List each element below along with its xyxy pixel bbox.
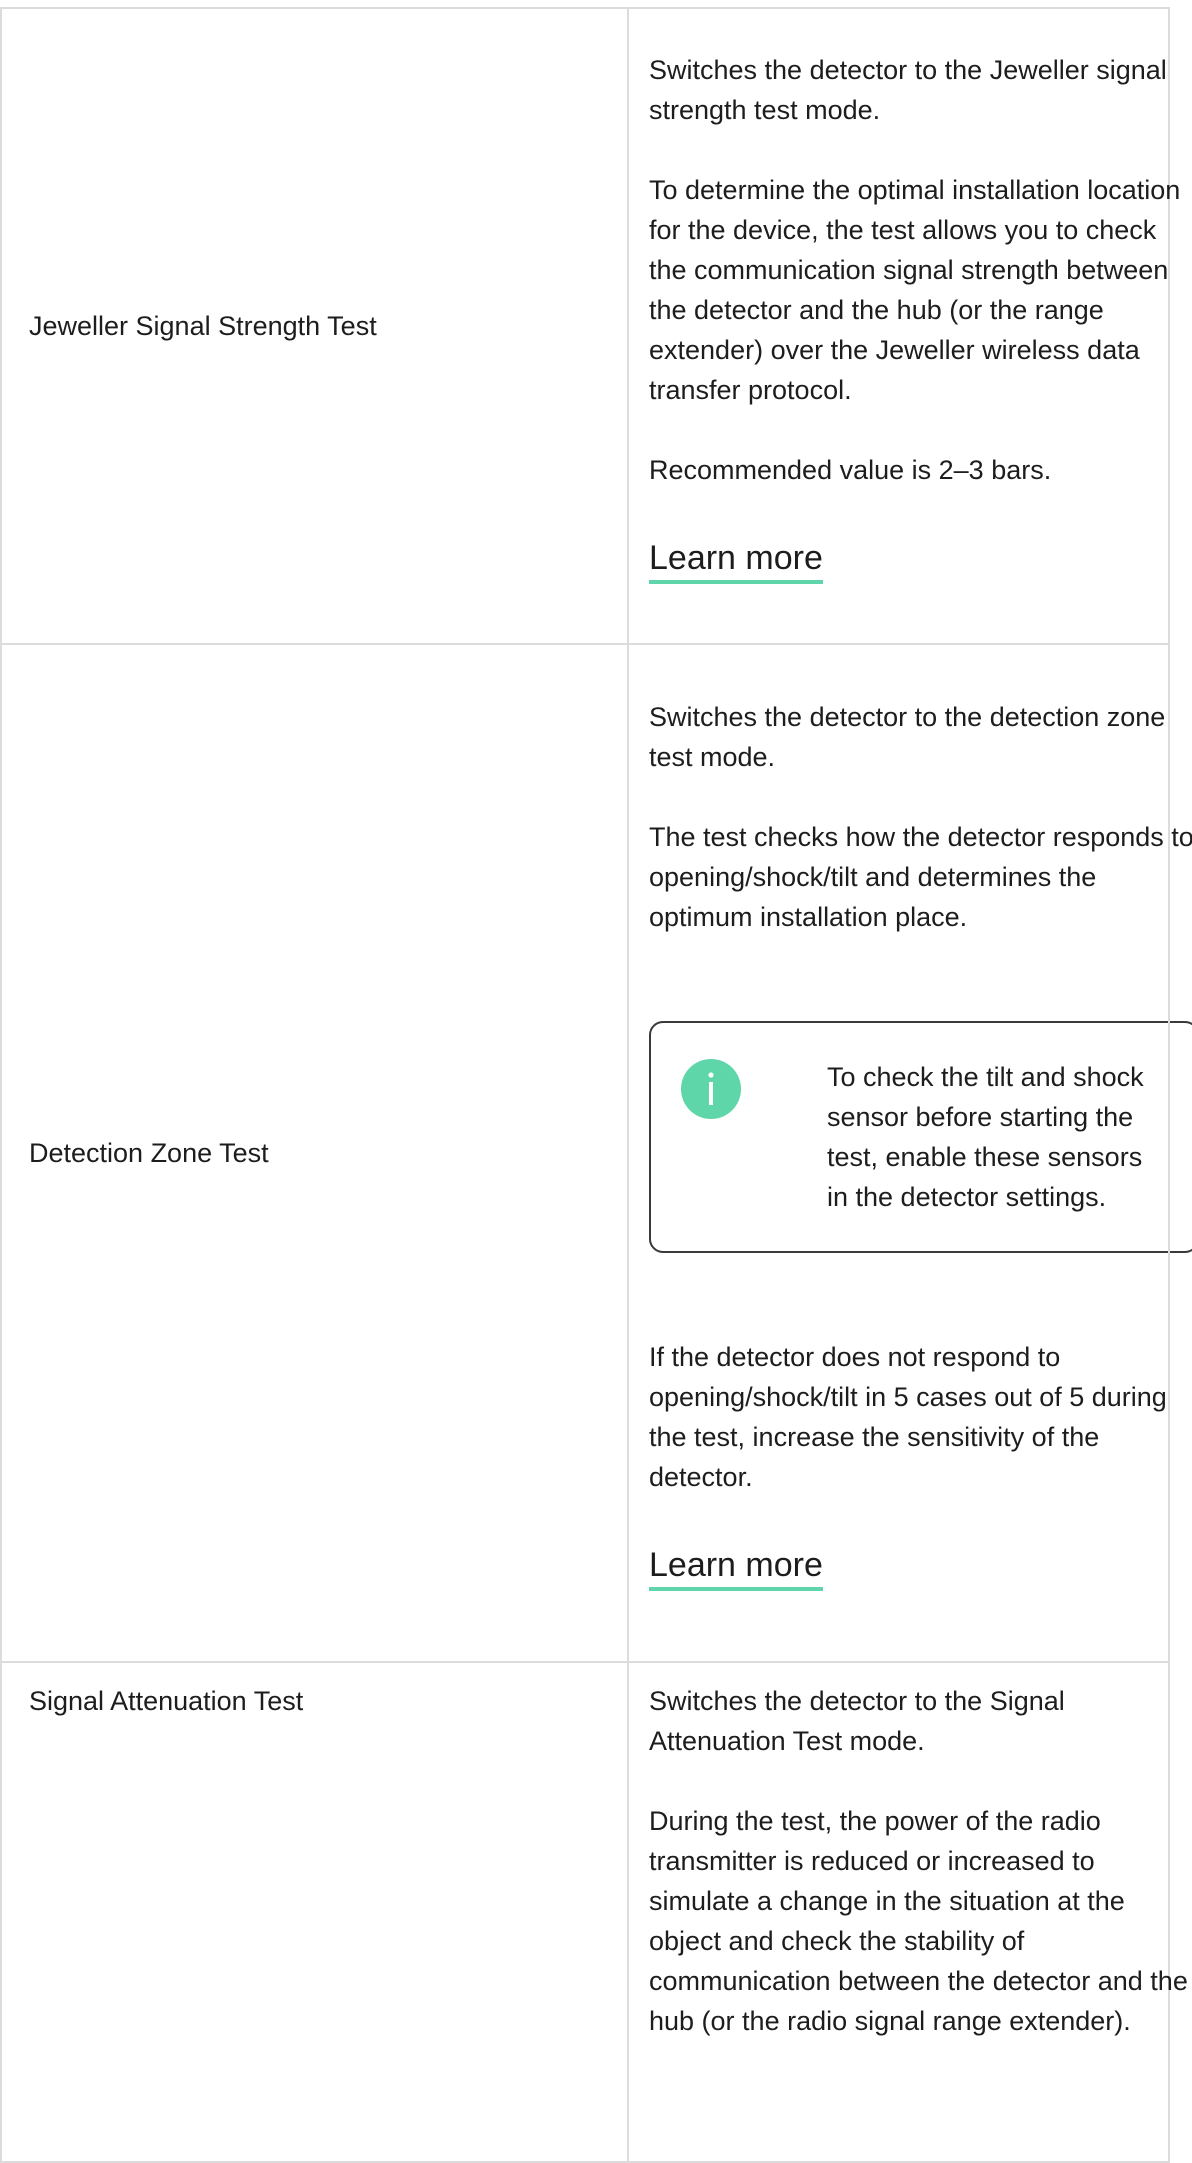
description-paragraph: To determine the optimal installation lo… [649,175,1181,405]
setting-name: Detection Zone Test [29,1138,269,1168]
description-paragraph: During the test, the power of the radio … [649,1806,1188,2036]
description-paragraph: If the detector does not respond to open… [649,1342,1167,1492]
settings-table: Jeweller Signal Strength Test Switches t… [0,7,1192,2163]
description-paragraph: Recommended value is 2–3 bars. [649,455,1052,485]
setting-description-cell: Switches the detector to the Jeweller si… [627,7,1180,645]
setting-description-cell: Switches the detector to the detection z… [627,643,1192,1663]
description-paragraph: Switches the detector to the Signal Atte… [649,1686,1065,1756]
setting-description-cell: Switches the detector to the Signal Atte… [627,1661,1188,2163]
learn-more-link[interactable]: Learn more [649,1543,823,1591]
description-paragraph: The test checks how the detector respond… [649,822,1192,932]
info-callout-text: To check the tilt and shock sensor befor… [827,1062,1144,1212]
setting-name-cell: Jeweller Signal Strength Test [0,7,629,645]
description-paragraph: Switches the detector to the detection z… [649,702,1166,772]
info-callout: To check the tilt and shock sensor befor… [649,1021,1192,1253]
info-icon [681,1059,741,1119]
learn-more-link[interactable]: Learn more [649,536,823,584]
setting-name: Signal Attenuation Test [29,1686,304,1716]
description-paragraph: Switches the detector to the Jeweller si… [649,55,1167,125]
table-row: Jeweller Signal Strength Test Switches t… [0,7,1180,645]
table-row: Detection Zone Test Switches the detecto… [0,643,1192,1663]
table-row: Signal Attenuation Test Switches the det… [0,1661,1188,2163]
setting-name: Jeweller Signal Strength Test [29,311,377,341]
setting-name-cell: Detection Zone Test [0,643,629,1663]
setting-name-cell: Signal Attenuation Test [0,1661,629,2163]
info-icon-glyph [708,1072,714,1105]
